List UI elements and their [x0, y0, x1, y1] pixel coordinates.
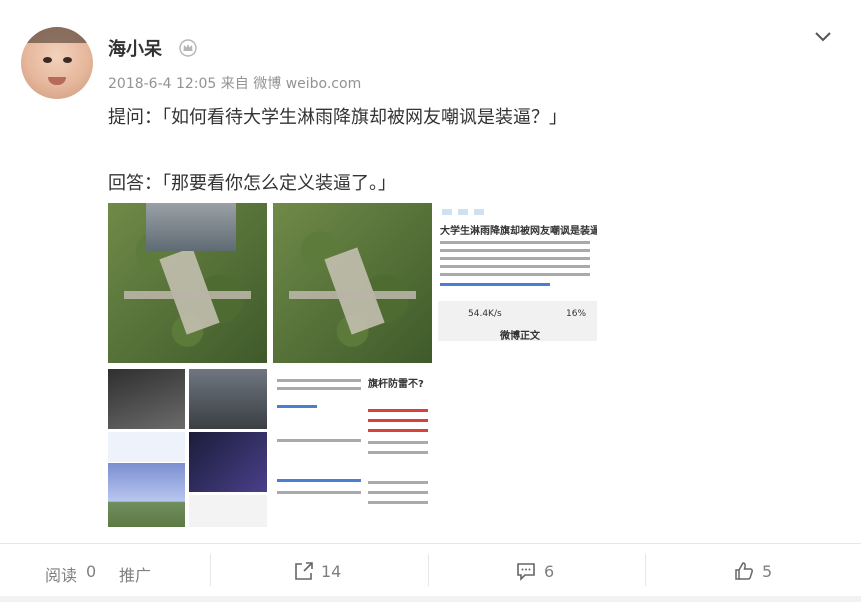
post-meta: 2018-6-4 12:05 来自 微博 weibo.com — [108, 76, 362, 92]
collage-webpage — [108, 432, 185, 462]
avatar-eye-right — [63, 57, 72, 63]
battery-level: 16% — [566, 309, 587, 319]
separator — [645, 554, 646, 586]
weibo-post-card: 海小呆 2018-6-4 12:05 来自 微博 weibo.com 提问：「如… — [0, 0, 861, 602]
chevron-down-icon[interactable] — [812, 27, 834, 45]
promote-button[interactable]: 推广 — [119, 562, 151, 586]
action-bar: 阅读 0 推广 14 6 5 — [0, 544, 861, 596]
read-count: 0 — [86, 562, 97, 581]
link-line — [277, 405, 317, 408]
article-title: 旗杆防雷不? — [368, 379, 424, 390]
text-line — [440, 241, 590, 244]
rain-scene-inset — [146, 203, 236, 251]
tag-chip — [458, 209, 468, 215]
text-line — [440, 273, 590, 276]
text-line — [277, 491, 361, 494]
separator — [428, 554, 429, 586]
tag-chip — [474, 209, 484, 215]
collage-lightning — [189, 432, 267, 492]
post-text-answer: 回答：「那要看你怎么定义装逼了。」 — [108, 173, 396, 194]
avatar[interactable] — [21, 27, 93, 99]
image-3-weibo-screenshot[interactable]: 大学生淋雨降旗却被网友嘲讽是装逼？ 54.4K/s 16% 微博正文 — [438, 203, 597, 353]
share-icon[interactable] — [293, 560, 315, 582]
text-line — [277, 387, 361, 390]
link-line — [277, 479, 361, 482]
screenshot-title: 大学生淋雨降旗却被网友嘲讽是装逼？ — [440, 226, 597, 237]
collage-photo — [108, 369, 185, 429]
highlight-line — [368, 429, 428, 432]
text-line — [440, 249, 590, 252]
vip-crown-icon — [179, 39, 197, 57]
text-line — [368, 481, 428, 484]
text-line — [277, 379, 361, 382]
username[interactable]: 海小呆 — [108, 35, 162, 61]
text-line — [440, 257, 590, 260]
highlight-line — [368, 409, 428, 412]
image-5-article[interactable]: 旗杆防雷不? — [273, 369, 432, 527]
network-speed: 54.4K/s — [468, 309, 502, 319]
avatar-eye-left — [43, 57, 52, 63]
text-line — [368, 501, 428, 504]
screenshot-button: 微博正文 — [500, 331, 540, 342]
image-2-aerial-campus[interactable] — [273, 203, 432, 363]
avatar-mouth — [48, 77, 66, 85]
collage-monument — [108, 463, 185, 527]
link-line — [440, 283, 550, 286]
tag-chip — [442, 209, 452, 215]
read-label: 阅读 — [45, 566, 78, 585]
highlight-line — [368, 419, 428, 422]
text-line — [368, 441, 428, 444]
text-line — [368, 491, 428, 494]
post-text-question: 提问：「如何看待大学生淋雨降旗却被网友嘲讽是装逼？」 — [108, 107, 567, 128]
thumbs-up-icon[interactable] — [733, 560, 755, 582]
collage-text — [189, 495, 267, 527]
comment-icon[interactable] — [515, 560, 537, 582]
image-1-aerial-rain[interactable] — [108, 203, 267, 363]
share-count[interactable]: 14 — [321, 562, 341, 581]
card-bottom-gap — [0, 596, 861, 602]
image-4-collage[interactable] — [108, 369, 267, 527]
like-count[interactable]: 5 — [762, 562, 772, 581]
text-line — [368, 451, 428, 454]
text-line — [440, 265, 590, 268]
avatar-hair — [21, 27, 93, 43]
comment-count[interactable]: 6 — [544, 562, 554, 581]
separator — [210, 554, 211, 586]
collage-photo — [189, 369, 267, 429]
text-line — [277, 439, 361, 442]
